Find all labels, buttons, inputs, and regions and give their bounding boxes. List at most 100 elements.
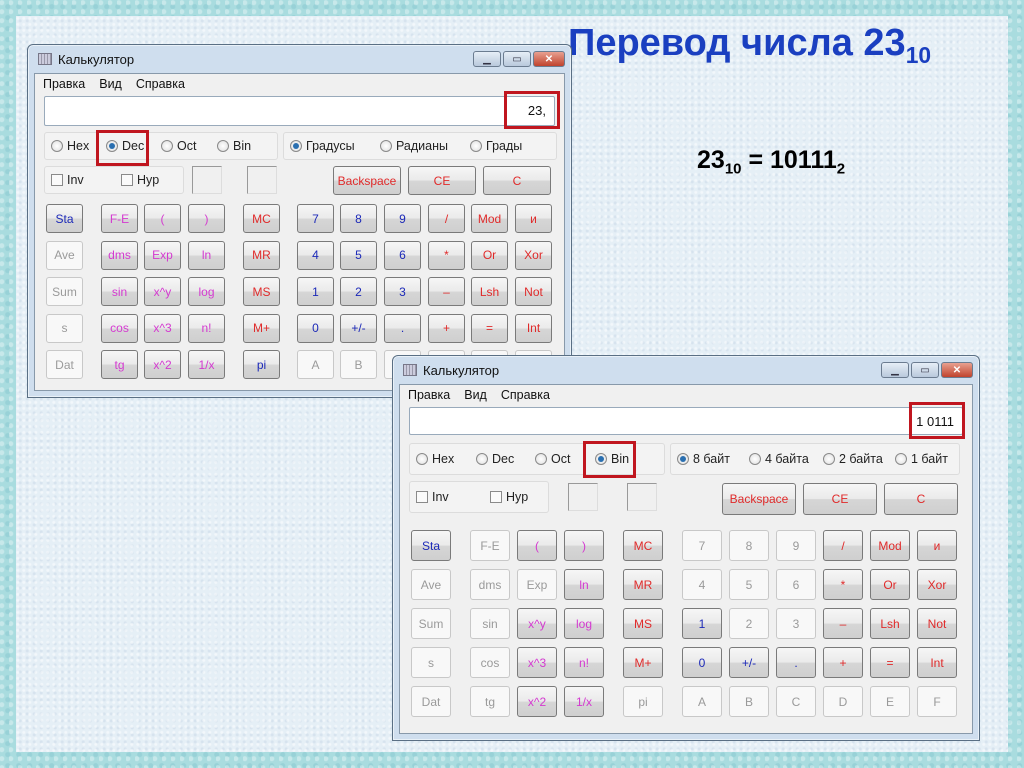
key-button[interactable]: Dat [411, 686, 451, 717]
key-button[interactable]: 6 [384, 240, 421, 270]
key-button[interactable]: cos [101, 313, 138, 343]
key-button[interactable]: ( [144, 204, 181, 233]
menu-edit[interactable]: Правка [408, 388, 450, 402]
key-button[interactable]: ) [188, 204, 225, 233]
radio-4-bytes[interactable]: 4 байта [749, 452, 823, 466]
key-button[interactable]: Sta [46, 204, 83, 233]
key-button[interactable]: 3 [776, 608, 816, 639]
c-button[interactable]: C [884, 483, 958, 515]
key-button[interactable]: A [682, 686, 722, 717]
key-button[interactable]: 6 [776, 569, 816, 600]
key-button[interactable]: Lsh [870, 608, 910, 639]
title-bar[interactable]: Калькулятор ▁ ▭ ✕ [34, 45, 565, 73]
display-field[interactable]: 1 0111 [409, 407, 963, 435]
key-button[interactable]: Or [870, 569, 910, 600]
minimize-button[interactable]: ▁ [881, 362, 909, 378]
key-button[interactable]: 9 [384, 204, 421, 233]
key-button[interactable]: x^3 [517, 647, 557, 678]
key-button[interactable]: tg [101, 350, 138, 379]
menu-view[interactable]: Вид [464, 388, 487, 402]
key-button[interactable]: D [823, 686, 863, 717]
key-button[interactable]: MC [243, 204, 280, 233]
key-button[interactable]: – [428, 277, 465, 306]
key-button[interactable]: * [823, 569, 863, 600]
key-button[interactable]: s [46, 313, 83, 343]
key-button[interactable]: log [188, 277, 225, 306]
menu-help[interactable]: Справка [501, 388, 550, 402]
key-button[interactable]: log [564, 608, 604, 639]
key-button[interactable]: Sum [411, 608, 451, 639]
key-button[interactable]: 1 [297, 277, 334, 306]
display-field[interactable]: 23, [44, 96, 555, 126]
key-button[interactable]: Or [471, 240, 508, 270]
key-button[interactable]: +/- [729, 647, 769, 678]
maximize-button[interactable]: ▭ [503, 51, 531, 67]
key-button[interactable]: . [384, 313, 421, 343]
key-button[interactable]: 7 [297, 204, 334, 233]
key-button[interactable]: Not [515, 277, 552, 306]
key-button[interactable]: dms [101, 240, 138, 270]
key-button[interactable]: и [917, 530, 957, 561]
inv-checkbox[interactable]: Inv [51, 173, 121, 187]
radio-degrees[interactable]: Градусы [290, 139, 380, 153]
key-button[interactable]: MC [623, 530, 663, 561]
key-button[interactable]: x^y [517, 608, 557, 639]
key-button[interactable]: 1/x [564, 686, 604, 717]
key-button[interactable]: F [917, 686, 957, 717]
key-button[interactable]: ) [564, 530, 604, 561]
key-button[interactable]: ln [564, 569, 604, 600]
key-button[interactable]: 1/x [188, 350, 225, 379]
key-button[interactable]: Xor [917, 569, 957, 600]
minimize-button[interactable]: ▁ [473, 51, 501, 67]
key-button[interactable]: ( [517, 530, 557, 561]
key-button[interactable]: MS [623, 608, 663, 639]
radio-radians[interactable]: Радианы [380, 139, 470, 153]
key-button[interactable]: pi [243, 350, 280, 379]
ce-button[interactable]: CE [408, 166, 476, 195]
key-button[interactable]: 3 [384, 277, 421, 306]
key-button[interactable]: n! [188, 313, 225, 343]
radio-hex[interactable]: Hex [416, 452, 476, 466]
key-button[interactable]: +/- [340, 313, 377, 343]
key-button[interactable]: M+ [243, 313, 280, 343]
key-button[interactable]: E [870, 686, 910, 717]
key-button[interactable]: 0 [297, 313, 334, 343]
key-button[interactable]: Ave [46, 240, 83, 270]
key-button[interactable]: MR [623, 569, 663, 600]
key-button[interactable]: / [428, 204, 465, 233]
close-button[interactable]: ✕ [941, 362, 973, 378]
key-button[interactable]: Ave [411, 569, 451, 600]
key-button[interactable]: Xor [515, 240, 552, 270]
menu-help[interactable]: Справка [136, 77, 185, 91]
key-button[interactable]: M+ [623, 647, 663, 678]
c-button[interactable]: C [483, 166, 551, 195]
key-button[interactable]: tg [470, 686, 510, 717]
key-button[interactable]: x^2 [517, 686, 557, 717]
key-button[interactable]: B [340, 350, 377, 379]
radio-1-byte[interactable]: 1 байт [895, 452, 948, 466]
key-button[interactable]: Not [917, 608, 957, 639]
key-button[interactable]: 5 [340, 240, 377, 270]
radio-oct[interactable]: Oct [161, 139, 217, 153]
key-button[interactable]: 2 [729, 608, 769, 639]
key-button[interactable]: ln [188, 240, 225, 270]
backspace-button[interactable]: Backspace [722, 483, 796, 515]
key-button[interactable]: sin [470, 608, 510, 639]
key-button[interactable]: = [471, 313, 508, 343]
key-button[interactable]: + [823, 647, 863, 678]
key-button[interactable]: pi [623, 686, 663, 717]
key-button[interactable]: 2 [340, 277, 377, 306]
hyp-checkbox[interactable]: Hyp [121, 173, 159, 187]
key-button[interactable]: 8 [729, 530, 769, 561]
maximize-button[interactable]: ▭ [911, 362, 939, 378]
title-bar[interactable]: Калькулятор ▁ ▭ ✕ [399, 356, 973, 384]
key-button[interactable]: MS [243, 277, 280, 306]
key-button[interactable]: Int [515, 313, 552, 343]
radio-2-bytes[interactable]: 2 байта [823, 452, 895, 466]
key-button[interactable]: Mod [471, 204, 508, 233]
key-button[interactable]: 0 [682, 647, 722, 678]
key-button[interactable]: x^3 [144, 313, 181, 343]
key-button[interactable]: Mod [870, 530, 910, 561]
key-button[interactable]: x^2 [144, 350, 181, 379]
radio-8-bytes[interactable]: 8 байт [677, 452, 749, 466]
